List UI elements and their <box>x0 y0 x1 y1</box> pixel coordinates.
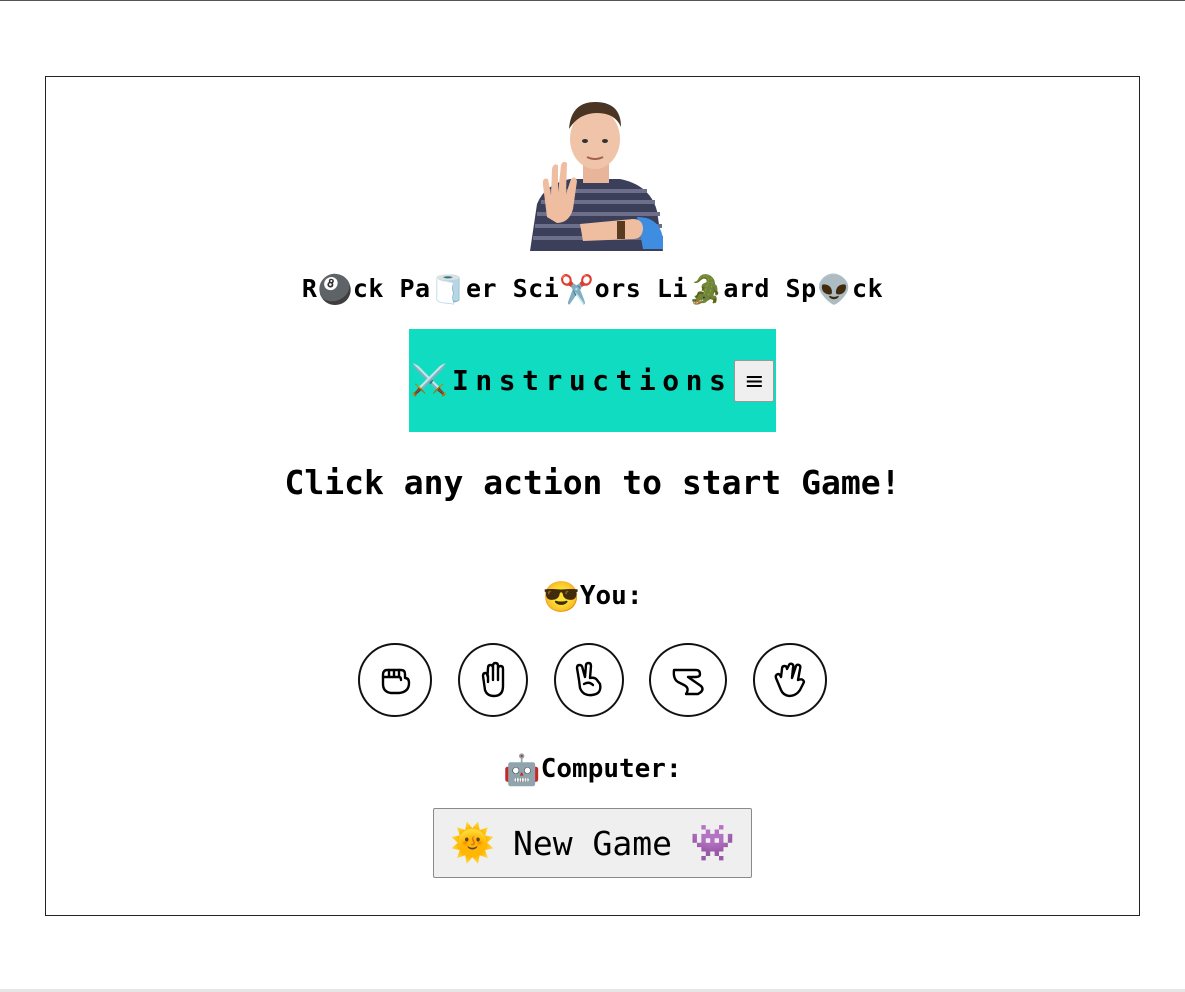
scissors-action-button[interactable] <box>554 643 624 717</box>
top-border <box>0 0 1185 1</box>
crocodile-icon: 🐊 <box>687 273 724 306</box>
instructions-label: Instructions <box>452 364 733 397</box>
hand-fist-icon <box>381 668 411 695</box>
sheldon-portrait-image <box>530 101 663 251</box>
alien-monster-icon: 👾 <box>689 823 735 864</box>
player-label: 😎You: <box>46 580 1139 615</box>
scissors-icon: ✂️ <box>559 273 595 306</box>
new-game-button[interactable]: 🌞 New Game 👾 <box>433 808 752 878</box>
game-container: R🎱ck Pa🧻er Sci✂️ors Li🐊ard Sp👽ck ⚔️ Inst… <box>45 76 1140 916</box>
start-prompt: Click any action to start Game! <box>284 463 901 502</box>
title-text-6: ck <box>852 274 884 303</box>
sun-face-icon: 🌞 <box>450 823 496 864</box>
title-text-5: ard Sp <box>723 274 817 303</box>
hand-lizard-icon <box>672 668 704 696</box>
sunglasses-face-icon: 😎 <box>542 580 580 615</box>
crossed-swords-icon: ⚔️ <box>410 363 449 398</box>
spock-action-button[interactable] <box>753 643 827 717</box>
instructions-bar: ⚔️ Instructions ≡ <box>409 329 776 432</box>
rock-action-button[interactable] <box>358 643 432 717</box>
new-game-label: New Game <box>513 823 672 863</box>
hand-spock-icon <box>774 662 806 698</box>
game-title: R🎱ck Pa🧻er Sci✂️ors Li🐊ard Sp👽ck <box>46 273 1139 306</box>
hand-open-icon <box>481 661 505 698</box>
title-text-1: R <box>301 274 318 303</box>
paper-action-button[interactable] <box>458 643 528 717</box>
title-text-3: er Sci <box>465 274 560 303</box>
alien-icon: 👽 <box>816 273 853 306</box>
title-text-2: ck Pa <box>352 274 431 303</box>
instructions-menu-button[interactable]: ≡ <box>734 359 775 402</box>
computer-label-text: Computer: <box>540 754 682 784</box>
lizard-action-button[interactable] <box>649 643 727 717</box>
player-label-text: You: <box>579 581 643 611</box>
robot-icon: 🤖 <box>503 753 541 788</box>
toilet-paper-icon: 🧻 <box>430 273 466 306</box>
computer-label: 🤖Computer: <box>46 753 1139 788</box>
8-ball-icon: 🎱 <box>317 273 353 306</box>
hand-scissors-icon <box>575 661 602 697</box>
title-text-4: ors Li <box>594 274 688 303</box>
